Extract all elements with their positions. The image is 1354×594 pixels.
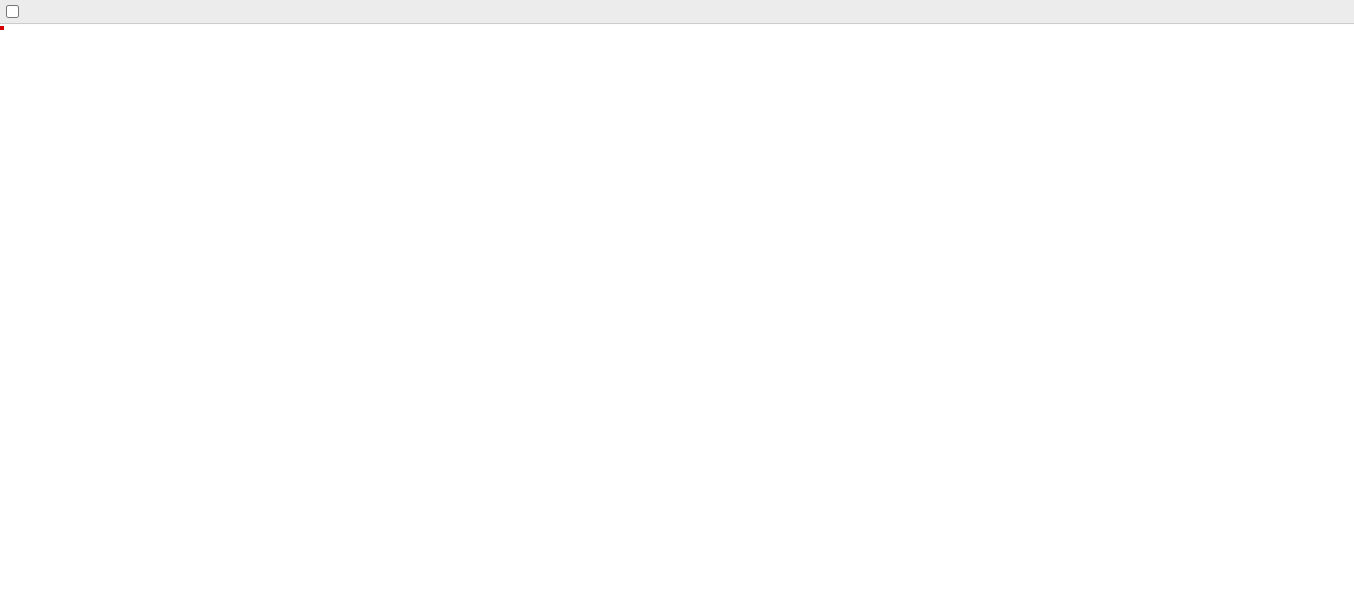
code-wrapper xyxy=(0,24,1354,26)
linewrap-checkbox[interactable] xyxy=(6,5,19,18)
linewrap-label xyxy=(4,3,22,18)
code-container xyxy=(0,24,1354,26)
highlight-box xyxy=(0,26,4,30)
toolbar xyxy=(0,0,1354,24)
